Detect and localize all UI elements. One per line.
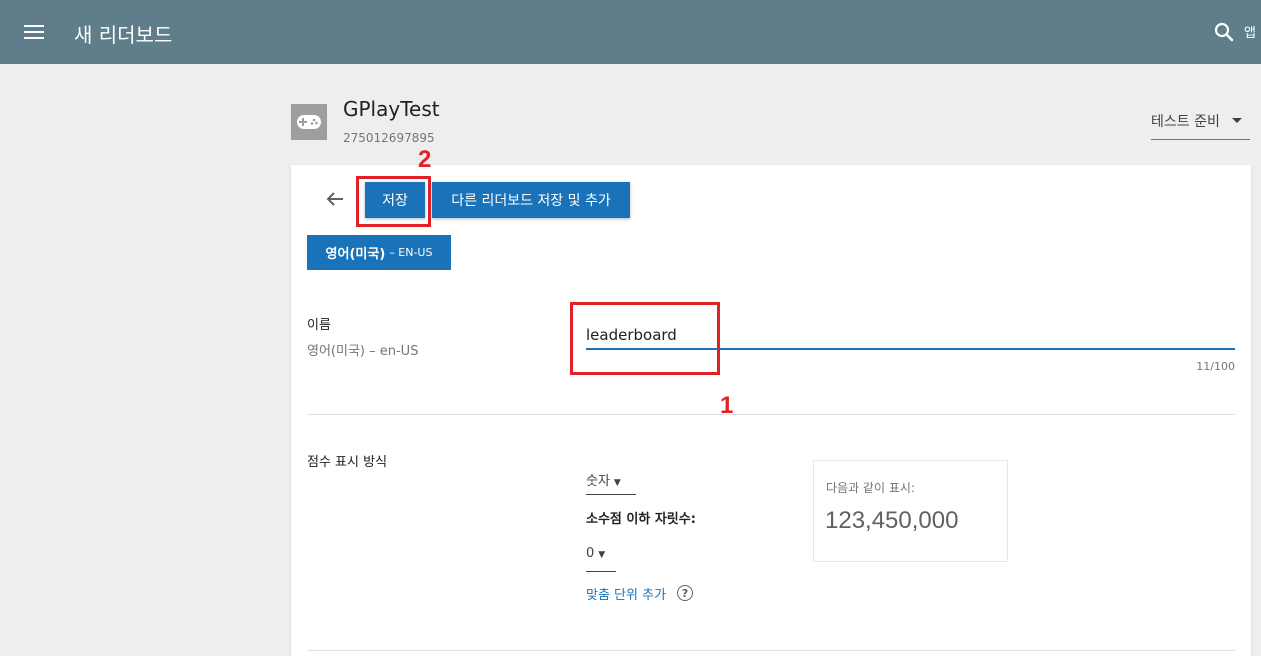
preview-label: 다음과 같이 표시: bbox=[826, 481, 915, 495]
score-format-label: 점수 표시 방식 bbox=[307, 455, 388, 470]
apps-label[interactable]: 앱 bbox=[1244, 22, 1256, 41]
top-app-bar: 새 리더보드 앱 bbox=[0, 0, 1261, 64]
hamburger-icon[interactable] bbox=[22, 22, 46, 42]
status-dropdown[interactable]: 테스트 준비 bbox=[1151, 108, 1250, 140]
annotation-number-2: 2 bbox=[418, 146, 432, 173]
dropdown-arrow-icon bbox=[1232, 118, 1242, 123]
annotation-box-name bbox=[570, 302, 720, 375]
page-title: 새 리더보드 bbox=[74, 23, 173, 47]
score-preview-box: 다음과 같이 표시: 123,450,000 bbox=[813, 460, 1008, 562]
language-tab-name: 영어(미국) bbox=[325, 247, 386, 262]
language-tab-code: – EN-US bbox=[389, 246, 433, 259]
status-label: 테스트 준비 bbox=[1151, 114, 1220, 130]
score-type-value: 숫자 bbox=[586, 474, 610, 489]
name-field-sublabel: 영어(미국) – en-US bbox=[307, 344, 419, 359]
annotation-number-1: 1 bbox=[720, 392, 734, 419]
dropdown-arrow-icon: ▼ bbox=[613, 478, 621, 488]
app-name: GPlayTest bbox=[343, 97, 440, 121]
dropdown-arrow-icon: ▼ bbox=[598, 550, 606, 560]
char-counter: 11/100 bbox=[1196, 360, 1235, 373]
help-icon[interactable]: ? bbox=[677, 585, 693, 601]
annotation-box-save bbox=[356, 176, 431, 227]
score-type-dropdown[interactable]: 숫자 ▼ bbox=[586, 469, 636, 495]
add-custom-unit-link[interactable]: 맞춤 단위 추가 bbox=[586, 584, 666, 603]
decimal-places-value: 0 bbox=[586, 546, 595, 561]
save-and-add-another-button[interactable]: 다른 리더보드 저장 및 추가 bbox=[432, 182, 630, 218]
section-divider bbox=[307, 414, 1235, 415]
decimal-places-dropdown[interactable]: 0 ▼ bbox=[586, 545, 616, 572]
section-divider bbox=[307, 650, 1235, 651]
back-arrow-icon[interactable] bbox=[325, 189, 345, 209]
preview-value: 123,450,000 bbox=[825, 507, 959, 534]
name-field-label: 이름 bbox=[307, 318, 331, 333]
gamepad-icon bbox=[291, 104, 327, 140]
search-icon[interactable] bbox=[1212, 20, 1236, 44]
decimal-places-label: 소수점 이하 자릿수: bbox=[586, 512, 696, 527]
app-id: 275012697895 bbox=[343, 131, 435, 145]
tab-language-en-us[interactable]: 영어(미국) – EN-US bbox=[307, 235, 451, 270]
